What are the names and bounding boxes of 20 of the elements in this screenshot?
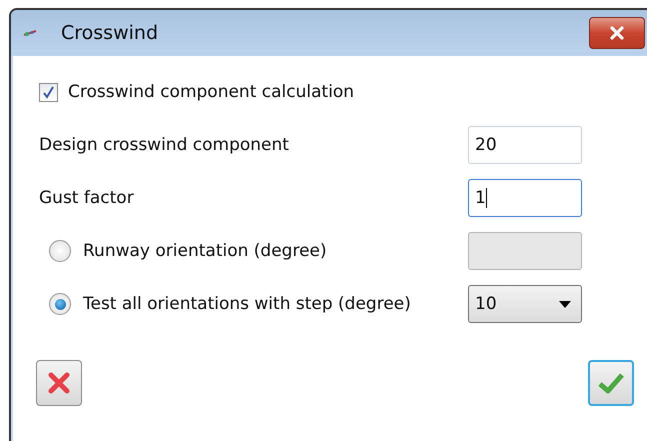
input-field[interactable]: 1	[468, 179, 582, 217]
radio-label: Runway orientation (degree)	[83, 241, 327, 261]
dropdown[interactable]: 10	[468, 285, 582, 323]
cross-icon	[46, 370, 72, 396]
window-title: Crosswind	[61, 22, 160, 44]
cancel-button[interactable]	[36, 360, 82, 406]
radio-button[interactable]	[49, 293, 71, 315]
input-field[interactable]: 20	[468, 126, 582, 164]
checkmark-icon	[597, 371, 625, 395]
close-icon	[609, 26, 625, 40]
app-icon	[23, 29, 37, 37]
caret-icon	[559, 300, 571, 308]
checkbox[interactable]	[39, 82, 58, 102]
radio-button[interactable]	[49, 240, 71, 262]
field-label: Design crosswind component	[39, 135, 289, 155]
field-label: Gust factor	[39, 188, 134, 208]
ok-button[interactable]	[588, 360, 634, 406]
close-button[interactable]	[589, 17, 645, 49]
radio-label: Test all orientations with step (degree)	[83, 294, 411, 314]
checkbox-label: Crosswind component calculation	[68, 82, 354, 102]
